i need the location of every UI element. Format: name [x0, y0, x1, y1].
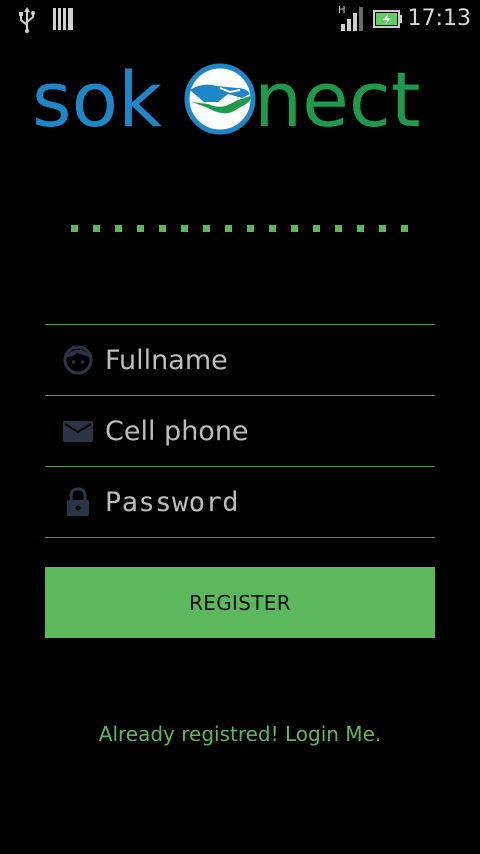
face-icon — [63, 345, 93, 375]
progress-dot — [181, 225, 188, 232]
progress-dot — [401, 225, 408, 232]
progress-dot — [203, 225, 210, 232]
login-link[interactable]: Already registred! Login Me. — [0, 722, 480, 746]
progress-dot — [159, 225, 166, 232]
password-input[interactable] — [105, 467, 425, 537]
logo-text-right: nect — [254, 58, 421, 144]
progress-dot — [357, 225, 364, 232]
progress-dot — [137, 225, 144, 232]
signal-icon: H — [338, 5, 363, 31]
divider — [45, 537, 435, 538]
app-logo: sok nect — [32, 58, 421, 144]
usb-icon — [19, 7, 35, 33]
password-row — [45, 467, 435, 537]
cell-phone-input[interactable] — [105, 396, 425, 466]
progress-dot — [335, 225, 342, 232]
progress-dot — [225, 225, 232, 232]
progress-dot — [247, 225, 254, 232]
lock-icon — [67, 487, 89, 516]
fullname-input[interactable] — [105, 325, 425, 395]
battery-charging-icon — [373, 10, 402, 28]
progress-dot — [93, 225, 100, 232]
register-button[interactable]: REGISTER — [45, 567, 435, 638]
handshake-icon — [184, 63, 256, 135]
network-type-label: H — [338, 5, 346, 16]
progress-dot — [379, 225, 386, 232]
sd-card-icon — [53, 8, 73, 30]
fullname-row — [45, 325, 435, 395]
register-form — [45, 324, 435, 538]
cell-phone-row — [45, 396, 435, 466]
progress-dot — [71, 225, 78, 232]
status-bar: H 17:13 — [0, 0, 480, 38]
progress-dots — [71, 225, 411, 233]
progress-dot — [269, 225, 276, 232]
progress-dot — [313, 225, 320, 232]
status-time: 17:13 — [407, 6, 471, 31]
progress-dot — [291, 225, 298, 232]
progress-dot — [115, 225, 122, 232]
logo-text-left: sok — [32, 58, 162, 144]
mail-icon — [63, 421, 93, 442]
